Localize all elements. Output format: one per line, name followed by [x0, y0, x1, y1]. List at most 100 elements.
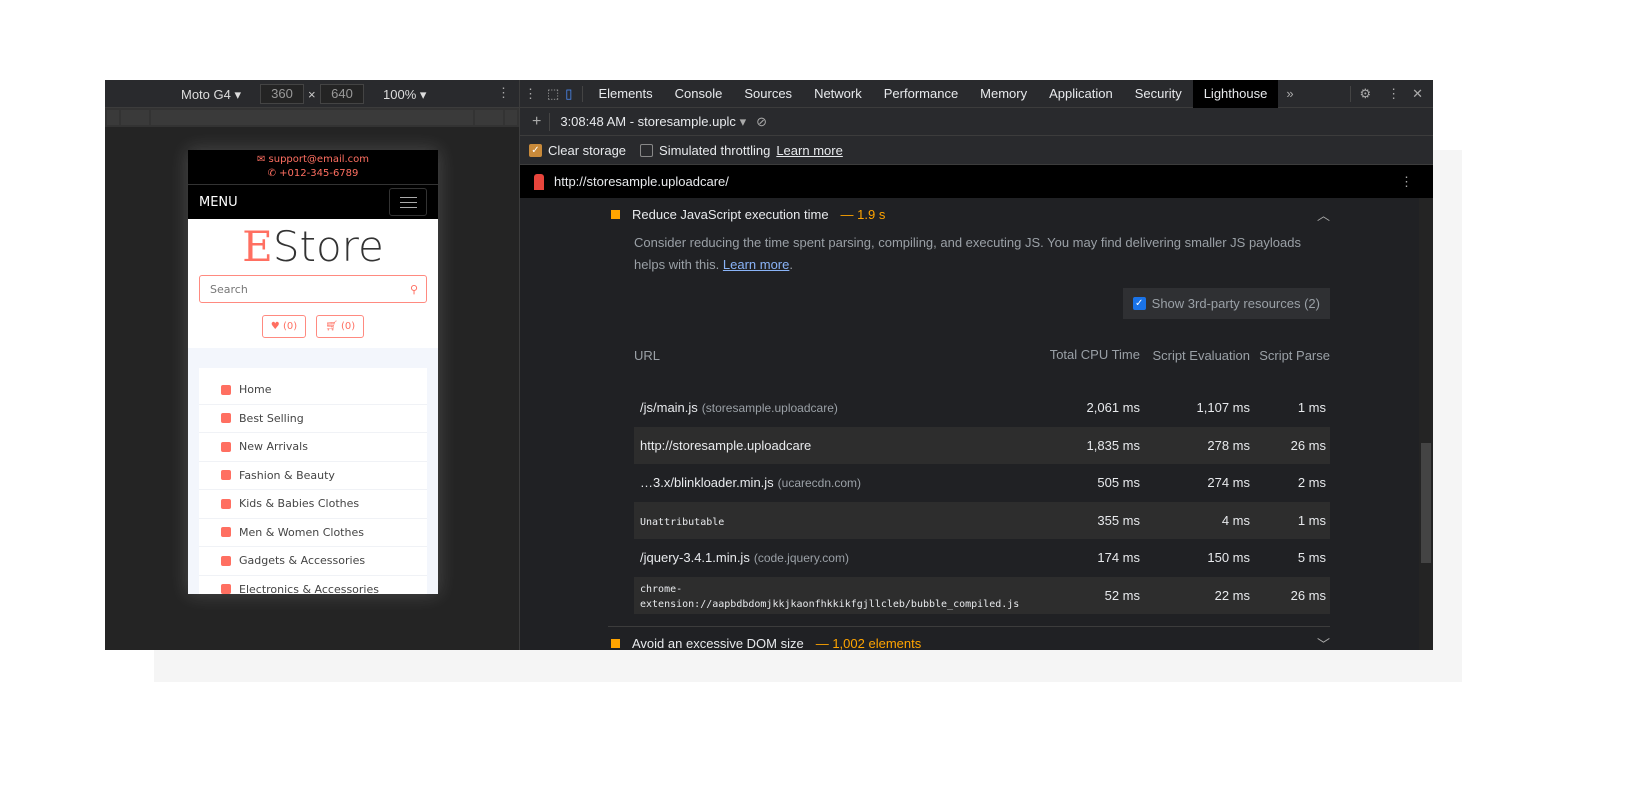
envelope-icon: ✉	[256, 154, 266, 165]
js-execution-table: URL Total CPU Time Script Evaluation Scr…	[634, 319, 1330, 614]
contact-bar: ✉ support@email.com ✆ +012-345-6789	[188, 150, 438, 184]
category-item[interactable]: Gadgets & Accessories	[199, 547, 427, 576]
tab-performance[interactable]: Performance	[873, 80, 969, 108]
wishlist-button[interactable]: ♥ (0)	[261, 315, 307, 338]
chevron-up-icon[interactable]: ︿	[1317, 205, 1330, 224]
tab-network[interactable]: Network	[803, 80, 873, 108]
width-input[interactable]: 360	[260, 84, 304, 104]
menu-label: MENU	[199, 194, 238, 210]
table-row: /jquery-3.4.1.min.js (code.jquery.com) 174…	[634, 539, 1330, 577]
close-icon[interactable]: ✕	[1408, 86, 1433, 102]
audit-learn-more-link[interactable]: Learn more	[723, 257, 789, 272]
table-row: /js/main.js (storesample.uploadcare) 2,061…	[634, 389, 1330, 427]
tab-application[interactable]: Application	[1038, 80, 1124, 108]
tab-memory[interactable]: Memory	[969, 80, 1038, 108]
device-toggle-icon[interactable]: ▯	[563, 85, 584, 102]
row-script-eval: 1,107 ms	[1196, 400, 1250, 416]
category-item[interactable]: Home	[199, 376, 427, 405]
lighthouse-toolbar: + 3:08:48 AM - storesample.uplc ▾ ⊘	[520, 108, 1433, 136]
row-url[interactable]: …3.x/blinkloader.min.js	[640, 475, 774, 490]
inspect-element-icon[interactable]: ⬚	[543, 86, 563, 102]
audit-header[interactable]: Reduce JavaScript execution time — 1.9 s ︿	[608, 198, 1330, 230]
audit-dom-size-header[interactable]: Avoid an excessive DOM size — 1,002 eleme…	[608, 627, 1330, 650]
warning-square-icon	[611, 209, 620, 219]
clear-storage-checkbox[interactable]: ✓	[529, 143, 542, 157]
simulated-throttling-checkbox[interactable]	[640, 143, 654, 157]
height-input[interactable]: 640	[320, 84, 364, 104]
media-query-ruler[interactable]	[105, 108, 519, 127]
row-host: (code.jquery.com)	[753, 551, 849, 566]
report-scrollbar[interactable]	[1419, 198, 1433, 650]
more-tabs-icon[interactable]: »	[1278, 86, 1301, 101]
zoom-select[interactable]: 100% ▾	[383, 87, 426, 103]
chevron-down-icon[interactable]: ﹀	[1317, 634, 1330, 651]
row-url[interactable]: /js/main.js	[640, 400, 698, 415]
learn-more-link[interactable]: Learn more	[776, 143, 842, 158]
table-row: Unattributable 355 ms 4 ms 1 ms	[634, 501, 1330, 539]
mobile-icon	[221, 555, 231, 566]
category-item[interactable]: Electronics & Accessories	[199, 576, 427, 594]
warning-square-icon	[611, 638, 620, 648]
tab-console[interactable]: Console	[664, 80, 734, 108]
row-url[interactable]: http://storesample.uploadcare	[640, 438, 811, 453]
home-icon	[221, 384, 231, 395]
search-icon[interactable]: ⚲	[410, 283, 418, 296]
device-select[interactable]: Moto G4 ▾	[181, 87, 241, 103]
email-link[interactable]: ✉ support@email.com	[188, 153, 438, 167]
category-item[interactable]: Men & Women Clothes	[199, 519, 427, 547]
new-report-icon[interactable]: +	[532, 112, 551, 131]
phone-icon: ✆	[267, 168, 276, 179]
clear-reports-icon[interactable]: ⊘	[756, 114, 767, 130]
store-logo[interactable]: EStore	[188, 219, 438, 275]
lighthouse-options: ✓ Clear storage Simulated throttling Lear…	[520, 136, 1433, 165]
audit-js-execution: Reduce JavaScript execution time — 1.9 s ︿…	[608, 198, 1330, 650]
row-url[interactable]: Unattributable	[640, 517, 724, 528]
third-party-checkbox[interactable]: ✓	[1132, 297, 1146, 310]
row-host: (ucarecdn.com)	[777, 476, 862, 491]
phone-viewport: ✉ support@email.com ✆ +012-345-6789 MENU…	[188, 150, 438, 594]
row-url[interactable]: /jquery-3.4.1.min.js	[640, 550, 750, 565]
category-item[interactable]: Best Selling	[199, 405, 427, 433]
row-total-cpu: 1,835 ms	[1086, 437, 1140, 453]
tab-security[interactable]: Security	[1124, 80, 1193, 108]
row-script-eval: 278 ms	[1207, 437, 1250, 453]
settings-gear-icon[interactable]: ⚙	[1350, 85, 1379, 102]
customize-icon[interactable]: ⋮	[1379, 86, 1408, 102]
table-row: chrome-extension://aapbdbdomjkkjkaonfhkk…	[634, 576, 1330, 614]
row-total-cpu: 505 ms	[1097, 475, 1140, 491]
report-url-bar: http://storesample.uploadcare/ ⋮	[520, 165, 1433, 198]
tab-lighthouse[interactable]: Lighthouse	[1192, 79, 1279, 108]
tab-sources[interactable]: Sources	[733, 80, 803, 108]
browser-devtools-window: Moto G4 ▾ 360 × 640 100% ▾ ⋮ ✉ support@e…	[105, 79, 1433, 650]
devtools-tabbar: ⋮ ⬚ ▯ Elements Console Sources Network Perfo…	[520, 79, 1433, 108]
row-script-eval: 150 ms	[1207, 550, 1250, 566]
row-url[interactable]: chrome-extension://aapbdbdomjkkjkaonfhkk…	[640, 584, 1019, 610]
times-label: ×	[308, 87, 316, 102]
drag-handle-icon[interactable]: ⋮	[520, 86, 543, 102]
report-menu-icon[interactable]: ⋮	[1400, 174, 1413, 190]
table-row: …3.x/blinkloader.min.js (ucarecdn.com) 505…	[634, 464, 1330, 502]
row-total-cpu: 355 ms	[1097, 512, 1140, 528]
tab-elements[interactable]: Elements	[587, 80, 663, 108]
phone-link[interactable]: ✆ +012-345-6789	[188, 167, 438, 181]
row-script-parse: 26 ms	[1290, 587, 1326, 603]
category-item[interactable]: Fashion & Beauty	[199, 462, 427, 490]
category-item[interactable]: New Arrivals	[199, 433, 427, 462]
audit-description: Consider reducing the time spent parsing…	[634, 235, 1301, 272]
search-input[interactable]: Search ⚲	[199, 275, 427, 303]
more-options-icon[interactable]: ⋮	[497, 85, 510, 101]
row-script-parse: 5 ms	[1297, 550, 1326, 566]
cart-button[interactable]: 🛒︎ (0)	[316, 315, 365, 338]
category-list: Home Best Selling New Arrivals Fashion & Be…	[199, 368, 427, 594]
category-item[interactable]: Kids & Babies Clothes	[199, 490, 427, 519]
row-script-eval: 274 ms	[1207, 475, 1250, 491]
devtools-pane: ⋮ ⬚ ▯ Elements Console Sources Network Perfo…	[520, 79, 1433, 650]
device-emulation-pane: Moto G4 ▾ 360 × 640 100% ▾ ⋮ ✉ support@e…	[105, 80, 520, 650]
row-script-eval: 4 ms	[1221, 512, 1250, 528]
third-party-toggle[interactable]: ✓ Show 3rd-party resources (2)	[1122, 288, 1330, 319]
report-select[interactable]: 3:08:48 AM - storesample.uplc ▾	[560, 114, 746, 130]
hamburger-icon[interactable]	[389, 188, 427, 216]
row-host: (storesample.uploadcare)	[701, 401, 838, 416]
row-script-parse: 1 ms	[1297, 512, 1326, 528]
female-icon	[221, 470, 231, 481]
